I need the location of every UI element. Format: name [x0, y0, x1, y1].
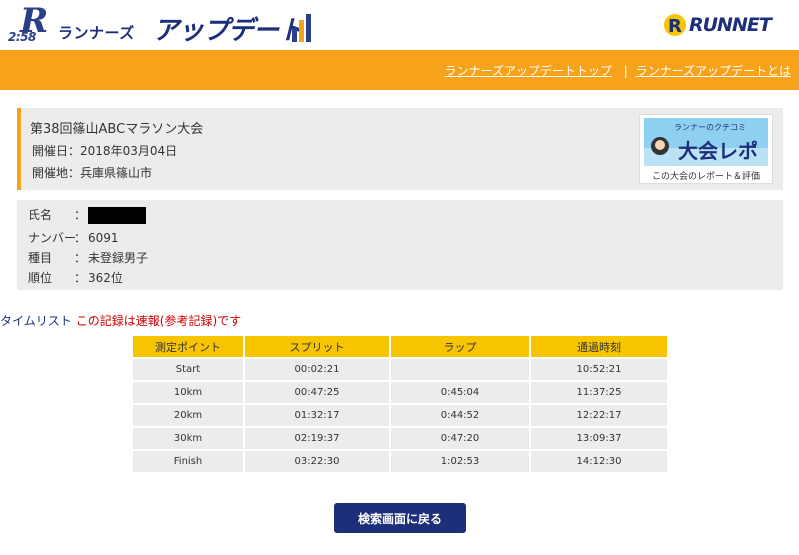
- report-image-main-text: 大会レポ: [678, 139, 758, 163]
- cell-split: 01:32:17: [245, 405, 389, 426]
- cell-point: Finish: [133, 451, 243, 472]
- runner-rank-label: 順位: [28, 271, 53, 285]
- runner-number-colon: ：: [74, 231, 87, 245]
- cell-split: 00:02:21: [245, 359, 389, 380]
- runnet-logo-text: RUNNET: [689, 14, 772, 36]
- table-row: 10km 00:47:25 0:45:04 11:37:25: [133, 382, 667, 403]
- nav-links: ランナーズアップデートトップ | ランナーズアップデートとは: [444, 62, 791, 79]
- cell-passing-time: 12:22:17: [531, 405, 667, 426]
- event-date-colon: ：: [68, 144, 81, 158]
- column-header-split: スプリット: [245, 336, 389, 357]
- event-place-colon: ：: [68, 166, 81, 180]
- column-header-point: 測定ポイント: [133, 336, 243, 357]
- cell-lap: 0:45:04: [391, 382, 529, 403]
- table-row: 20km 01:32:17 0:44:52 12:22:17: [133, 405, 667, 426]
- runner-category-value: 未登録男子: [88, 251, 149, 265]
- timelist-preliminary-note: この記録は速報(参考記録)です: [75, 314, 242, 328]
- svg-text:R: R: [668, 16, 682, 37]
- cell-passing-time: 11:37:25: [531, 382, 667, 403]
- table-row: Start 00:02:21 10:52:21: [133, 359, 667, 380]
- runner-rank-value: 362位: [88, 271, 123, 285]
- runner-rank-colon: ：: [74, 271, 87, 285]
- column-header-lap: ラップ: [391, 336, 529, 357]
- split-time-table: 測定ポイント スプリット ラップ 通過時刻 Start 00:02:21 10:…: [131, 334, 669, 474]
- nav-link-about[interactable]: ランナーズアップデートとは: [636, 64, 791, 78]
- runner-number-value: 6091: [88, 231, 119, 245]
- cell-point: 20km: [133, 405, 243, 426]
- event-name: 第38回篠山ABCマラソン大会: [30, 122, 204, 137]
- cell-passing-time: 14:12:30: [531, 451, 667, 472]
- runner-name-redacted: [88, 207, 146, 224]
- event-place-value: 兵庫県篠山市: [80, 166, 153, 180]
- runner-rank-row: 順位 ： 362位: [28, 269, 123, 286]
- event-date-label: 開催日: [32, 144, 69, 158]
- event-date: 開催日：2018年03月04日: [32, 142, 177, 159]
- logo-bars-icon: [292, 14, 312, 42]
- logo-mark: R 2:58: [6, 4, 56, 46]
- cell-passing-time: 10:52:21: [531, 359, 667, 380]
- logo-big-text: アップデート: [153, 16, 304, 46]
- cell-point: 30km: [133, 428, 243, 449]
- event-place-label: 開催地: [32, 166, 69, 180]
- table-row: 30km 02:19:37 0:47:20 13:09:37: [133, 428, 667, 449]
- runner-name-row: 氏名 ：: [28, 206, 146, 224]
- runner-category-label: 種目: [28, 251, 53, 265]
- cell-lap: 0:47:20: [391, 428, 529, 449]
- runner-number-label: ナンバー: [28, 231, 77, 245]
- cell-point: 10km: [133, 382, 243, 403]
- cell-split: 02:19:37: [245, 428, 389, 449]
- site-header: R 2:58 ランナーズ アップデート R RUNNET: [0, 0, 799, 50]
- event-place: 開催地：兵庫県篠山市: [32, 164, 152, 181]
- runner-name-label: 氏名: [28, 208, 53, 222]
- nav-separator: |: [623, 64, 628, 78]
- runners-update-logo[interactable]: R 2:58 ランナーズ アップデート: [6, 4, 316, 46]
- timelist-title: タイムリスト: [0, 314, 72, 328]
- nav-bar: ランナーズアップデートトップ | ランナーズアップデートとは: [0, 50, 799, 90]
- logo-small-text: ランナーズ: [58, 24, 135, 42]
- runnet-logo[interactable]: R RUNNET: [663, 12, 793, 40]
- runner-name-colon: ：: [74, 208, 87, 222]
- timelist-heading: タイムリスト この記録は速報(参考記録)です: [0, 312, 241, 329]
- logo-time-text: 2:58: [8, 30, 36, 44]
- cell-split: 00:47:25: [245, 382, 389, 403]
- report-image-top-text: ランナーのクチコミ: [674, 123, 746, 132]
- cell-split: 03:22:30: [245, 451, 389, 472]
- event-date-value: 2018年03月04日: [80, 144, 178, 158]
- event-info-box: 第38回篠山ABCマラソン大会 開催日：2018年03月04日 開催地：兵庫県篠…: [17, 108, 783, 190]
- cell-lap: [391, 359, 529, 380]
- cell-lap: 0:44:52: [391, 405, 529, 426]
- event-report-image: ランナーのクチコミ 大会レポ: [644, 118, 768, 166]
- column-header-passing-time: 通過時刻: [531, 336, 667, 357]
- runner-category-colon: ：: [74, 251, 87, 265]
- cell-lap: 1:02:53: [391, 451, 529, 472]
- back-to-search-button[interactable]: 検索画面に戻る: [334, 503, 466, 533]
- cell-passing-time: 13:09:37: [531, 428, 667, 449]
- table-row: Finish 03:22:30 1:02:53 14:12:30: [133, 451, 667, 472]
- table-header-row: 測定ポイント スプリット ラップ 通過時刻: [133, 336, 667, 357]
- runnet-r-icon: R: [664, 14, 686, 37]
- runner-number-row: ナンバー： 6091: [28, 229, 119, 246]
- event-report-banner[interactable]: ランナーのクチコミ 大会レポ この大会のレポート＆評価: [639, 114, 773, 184]
- event-report-caption: この大会のレポート＆評価: [651, 172, 760, 182]
- cell-point: Start: [133, 359, 243, 380]
- runner-category-row: 種目 ：未登録男子: [28, 249, 148, 266]
- runner-info-box: 氏名： ナンバー： 6091 種目：未登録男子 順位： 362位: [17, 200, 783, 290]
- nav-link-top[interactable]: ランナーズアップデートトップ: [444, 64, 611, 78]
